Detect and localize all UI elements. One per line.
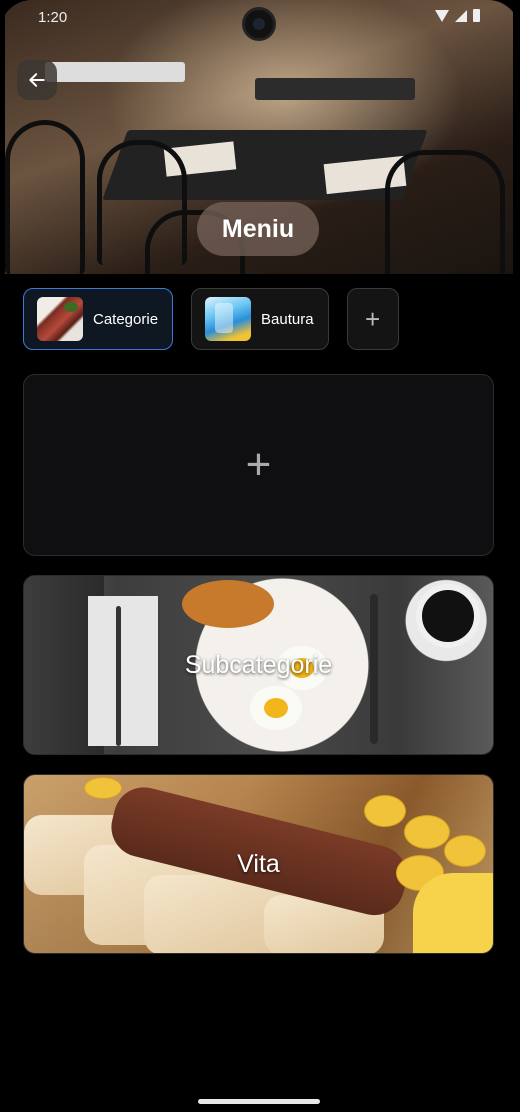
tab-bautura[interactable]: Bautura <box>191 288 329 350</box>
plus-icon: + <box>245 440 272 489</box>
add-subcategory-card[interactable]: + <box>23 374 494 556</box>
status-bar: 1:20 <box>0 0 520 41</box>
tab-thumbnail-image <box>205 297 252 341</box>
tab-label: Categorie <box>93 310 159 328</box>
plus-icon: + <box>365 303 381 334</box>
category-tabs: Categorie Bautura + <box>23 288 399 350</box>
subcategory-card[interactable]: Subcategorie <box>23 575 494 755</box>
header-hero-image: Meniu <box>5 0 513 274</box>
table-shape <box>45 62 185 82</box>
battery-icon <box>473 9 480 22</box>
signal-icon <box>455 9 467 22</box>
wifi-icon <box>435 9 449 22</box>
subcategory-label: Vita <box>237 849 280 878</box>
status-time: 1:20 <box>38 9 68 26</box>
subcategory-card[interactable]: Vita <box>23 774 494 954</box>
status-icons <box>435 9 480 22</box>
arrow-left-icon <box>29 73 45 87</box>
chair-shape <box>385 150 505 274</box>
chair-shape <box>5 120 85 274</box>
add-category-button[interactable]: + <box>346 288 399 350</box>
front-camera <box>242 7 276 41</box>
tab-categorie[interactable]: Categorie <box>23 288 174 350</box>
app-screen: 1:20 Meniu Categorie Bautura + + Subcate… <box>0 0 520 1112</box>
home-indicator[interactable] <box>198 1099 320 1104</box>
back-button[interactable] <box>17 60 57 100</box>
tab-thumbnail-image <box>37 297 83 341</box>
page-title: Meniu <box>197 202 319 256</box>
subcategory-label: Subcategorie <box>184 650 333 679</box>
tab-label: Bautura <box>261 310 314 328</box>
table-shape <box>255 78 415 100</box>
